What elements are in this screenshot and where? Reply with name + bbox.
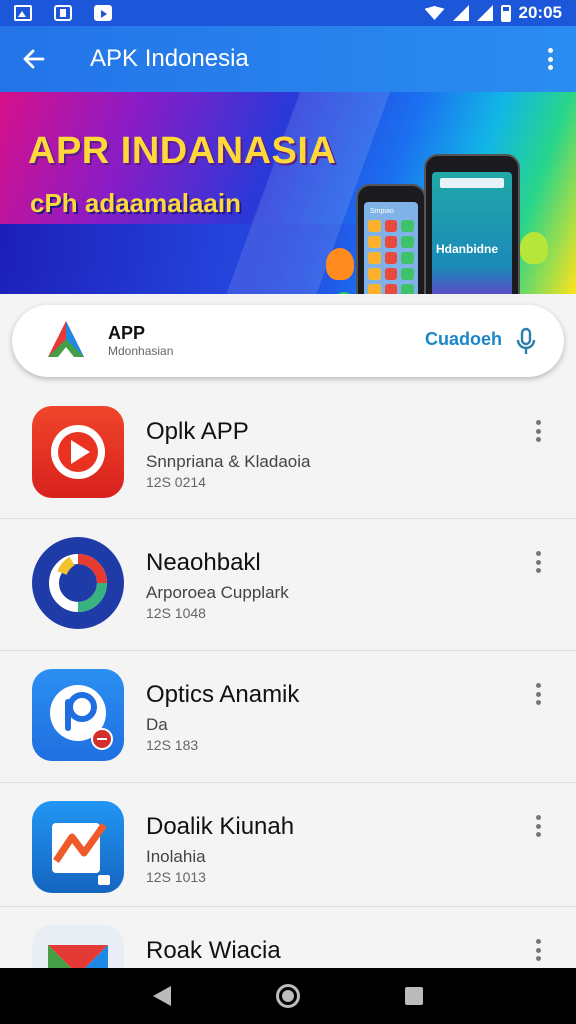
image-notification-icon xyxy=(14,5,32,21)
app-name: Doalik Kiunah xyxy=(146,813,295,840)
phone-illustration-large: Hdanbidne xyxy=(424,154,520,294)
app-description: Snnpriana & Kladaoia xyxy=(146,452,311,471)
mascot-lime xyxy=(520,232,548,264)
app-description: Arporoea Cupplark xyxy=(146,583,289,602)
list-item[interactable]: Optics Anamik Da 12S 183 xyxy=(0,651,576,783)
list-item[interactable]: Neaohbakl Arporoea Cupplark 12S 1048 xyxy=(0,519,576,651)
item-menu-button[interactable] xyxy=(536,551,542,573)
app-size: 12S 183 xyxy=(146,737,199,753)
status-time: 20:05 xyxy=(518,3,562,22)
item-menu-button[interactable] xyxy=(536,815,542,837)
app-name: Roak Wiacia xyxy=(146,937,281,964)
item-menu-button[interactable] xyxy=(536,420,542,442)
signal-icon-2 xyxy=(476,5,493,21)
app-bar: APK Indonesia xyxy=(0,26,576,92)
document-notification-icon xyxy=(54,5,72,21)
phone-big-text: Hdanbidne xyxy=(436,242,498,256)
camera-app-icon xyxy=(32,669,124,761)
status-bar: 20:05 xyxy=(0,0,576,26)
phone-illustration-small: Smpiao xyxy=(356,184,426,294)
item-menu-button[interactable] xyxy=(536,939,542,961)
list-item[interactable]: Doalik Kiunah Inolahia 12S 1013 xyxy=(0,783,576,907)
item-menu-button[interactable] xyxy=(536,683,542,705)
promo-banner[interactable]: APR INDANASIA cPh adaamalaain Smpiao Hda… xyxy=(0,92,576,294)
app-size: 12S 1013 xyxy=(146,869,206,885)
more-options-button[interactable] xyxy=(548,48,554,70)
app-description: Inolahia xyxy=(146,847,206,866)
store-sub-label: Mdonhasian xyxy=(108,344,174,358)
battery-icon xyxy=(500,4,511,22)
nav-back-icon[interactable] xyxy=(152,986,171,1006)
arrow-left-icon xyxy=(23,49,45,69)
app-description: Da xyxy=(146,715,168,734)
editor-app-icon xyxy=(32,801,124,893)
list-item[interactable]: Oplk APP Snnpriana & Kladaoia 12S 0214 xyxy=(0,388,576,519)
phone-small-text: Smpiao xyxy=(370,208,394,215)
app-name: Optics Anamik xyxy=(146,681,300,708)
nav-home-icon[interactable] xyxy=(275,984,300,1008)
navigation-bar xyxy=(0,968,576,1024)
play-notification-icon xyxy=(94,5,112,21)
banner-subline: cPh adaamalaain xyxy=(30,188,241,218)
banner-headline: APR INDANASIA xyxy=(28,130,337,172)
store-search-card[interactable]: APP Mdonhasian Cuadoeh xyxy=(12,305,564,377)
mic-icon[interactable] xyxy=(514,327,538,357)
app-size: 12S 0214 xyxy=(146,474,206,490)
mascot-orange xyxy=(326,248,354,280)
ring-app-icon xyxy=(32,537,124,629)
signal-icon xyxy=(452,5,469,21)
nav-recents-icon[interactable] xyxy=(405,987,424,1005)
video-app-icon xyxy=(32,406,124,498)
back-button[interactable] xyxy=(0,26,68,92)
app-name: Oplk APP xyxy=(146,418,249,445)
store-app-label: APP xyxy=(108,323,146,343)
search-action-button[interactable]: Cuadoeh xyxy=(425,329,502,350)
page-title: APK Indonesia xyxy=(90,45,249,72)
app-size: 12S 1048 xyxy=(146,605,206,621)
app-list: Oplk APP Snnpriana & Kladaoia 12S 0214 N… xyxy=(0,388,576,1024)
app-name: Neaohbakl xyxy=(146,549,261,576)
wifi-icon xyxy=(424,6,445,20)
app-store-logo-icon xyxy=(48,321,84,357)
